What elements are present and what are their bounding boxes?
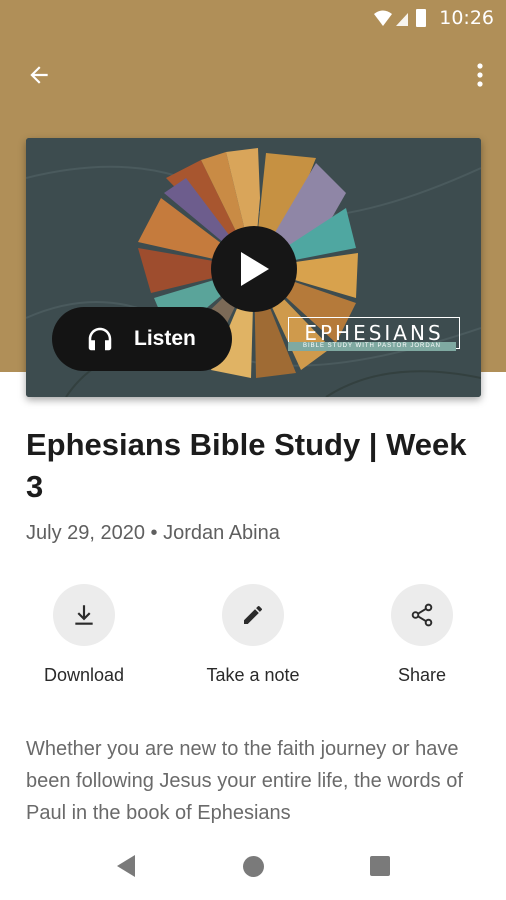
take-note-label: Take a note — [206, 665, 300, 685]
episode-title: Ephesians Bible Study | Week 3 — [26, 427, 467, 504]
take-note-button[interactable] — [222, 584, 284, 646]
status-bar: 10:26 — [0, 0, 506, 36]
take-note-action[interactable]: Take a note — [183, 584, 323, 686]
share-label: Share — [397, 665, 447, 685]
play-icon — [241, 252, 269, 286]
listen-button[interactable]: Listen — [52, 307, 232, 371]
nav-home-icon[interactable] — [243, 856, 264, 877]
cell-signal-icon — [396, 13, 408, 26]
share-button[interactable] — [391, 584, 453, 646]
arrow-left-icon — [30, 66, 48, 84]
media-card[interactable]: EPHESIANS BIBLE STUDY WITH PASTOR JORDAN… — [26, 138, 481, 397]
download-label: Download — [43, 665, 125, 685]
series-subtitle: BIBLE STUDY WITH PASTOR JORDAN — [288, 342, 456, 351]
nav-recents-icon[interactable] — [370, 856, 390, 876]
more-options-button[interactable] — [468, 56, 492, 94]
nav-back-icon[interactable] — [116, 854, 136, 878]
download-action[interactable]: Download — [14, 584, 154, 686]
more-vert-icon — [477, 63, 483, 87]
battery-icon — [416, 9, 426, 27]
system-nav-bar — [0, 838, 506, 900]
episode-description: Whether you are new to the faith journey… — [26, 738, 463, 824]
listen-label: Listen — [134, 327, 196, 350]
download-button[interactable] — [53, 584, 115, 646]
share-icon — [411, 603, 433, 627]
download-icon — [75, 605, 93, 625]
episode-meta: July 29, 2020 • Jordan Abina — [26, 522, 280, 544]
share-action[interactable]: Share — [352, 584, 492, 686]
back-button[interactable] — [20, 56, 58, 94]
app-bar — [0, 48, 506, 100]
pencil-icon — [244, 605, 262, 624]
wifi-icon — [374, 10, 392, 26]
status-icons — [372, 8, 428, 33]
play-button[interactable] — [211, 226, 297, 312]
headphones-icon — [88, 327, 112, 351]
status-time: 10:26 — [439, 7, 494, 29]
